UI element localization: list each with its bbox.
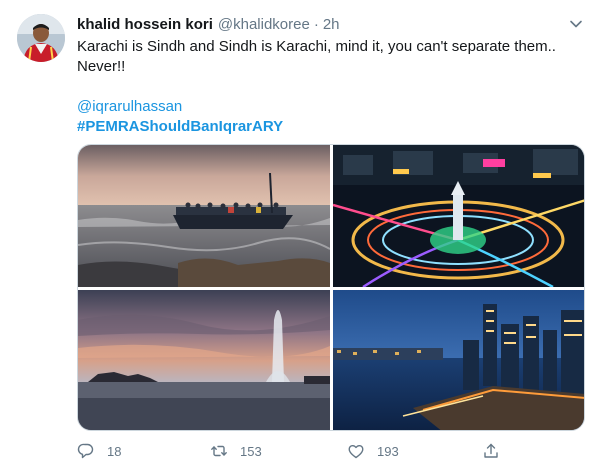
retweet-icon <box>211 445 227 457</box>
retweet-button[interactable]: 153 <box>210 440 262 462</box>
tweet-timestamp[interactable]: 2h <box>323 16 340 33</box>
photo-boat-at-sea-icon <box>78 145 330 287</box>
media-photo-roundabout[interactable] <box>333 145 584 287</box>
like-count: 193 <box>377 443 399 459</box>
tweet-text: Karachi is Sindh and Sindh is Karachi, m… <box>77 38 556 75</box>
media-photo-skyline[interactable] <box>333 290 584 430</box>
like-button[interactable]: 193 <box>347 440 399 462</box>
avatar[interactable] <box>17 14 65 62</box>
author-display-name[interactable]: khalid hossein kori <box>77 16 213 33</box>
tweet-header: khalid hossein kori @khalidkoree · 2h <box>77 14 340 34</box>
photo-city-night-icon <box>333 145 584 287</box>
media-photo-fountain[interactable] <box>78 290 330 430</box>
hashtag-link[interactable]: #PEMRAShouldBanIqrarARY <box>77 117 283 137</box>
header-separator: · <box>313 15 319 33</box>
mention-link[interactable]: @iqrarulhassan <box>77 97 182 117</box>
author-handle[interactable]: @khalidkoree <box>218 16 310 33</box>
media-grid <box>77 144 585 431</box>
tweet[interactable]: khalid hossein kori @khalidkoree · 2h Ka… <box>0 0 591 467</box>
retweet-count: 153 <box>240 443 262 459</box>
reply-count: 18 <box>107 443 122 459</box>
share-icon <box>484 443 498 458</box>
photo-skyline-icon <box>333 290 584 430</box>
share-button[interactable] <box>482 440 500 462</box>
profile-photo-icon <box>17 14 65 62</box>
media-photo-boat[interactable] <box>78 145 330 287</box>
heart-icon <box>348 444 364 459</box>
reply-icon <box>77 443 94 459</box>
tweet-actions: 18 153 193 <box>77 440 585 462</box>
photo-fountain-icon <box>78 290 330 430</box>
chevron-down-icon[interactable] <box>568 16 584 32</box>
reply-button[interactable]: 18 <box>77 440 121 462</box>
